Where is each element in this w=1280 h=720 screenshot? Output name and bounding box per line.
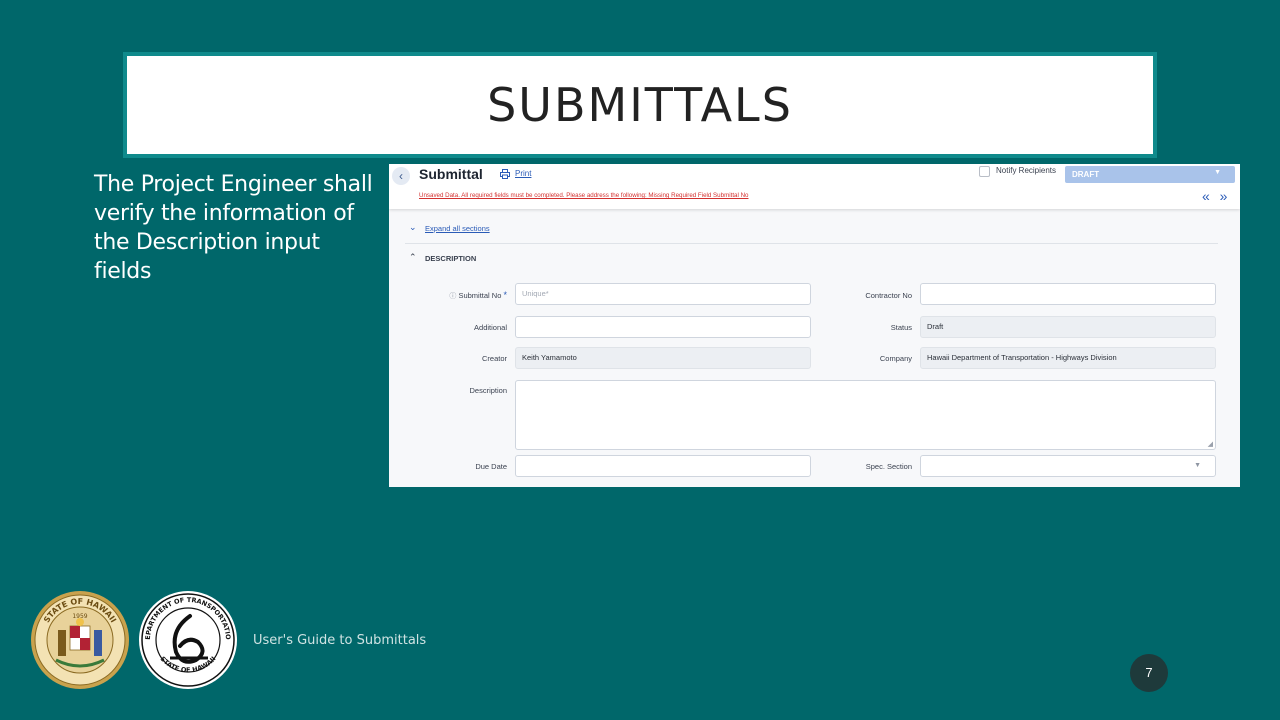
app-header: ‹ Submittal Print Notify Recipients DRAF… bbox=[389, 164, 1240, 209]
lead-text: The Project Engineer shall verify the in… bbox=[94, 172, 373, 284]
spec-section-select[interactable]: ▼ bbox=[920, 455, 1216, 477]
caret-down-icon: ▼ bbox=[1194, 462, 1201, 469]
expand-all-link[interactable]: Expand all sections bbox=[425, 224, 490, 233]
notify-recipients-label: Notify Recipients bbox=[996, 166, 1057, 175]
contractor-no-input[interactable] bbox=[920, 283, 1216, 305]
company-label: Company bbox=[879, 354, 912, 363]
chevron-down-icon: ⌄ bbox=[409, 222, 417, 232]
validation-warning[interactable]: Unsaved Data. All required fields must b… bbox=[419, 192, 748, 199]
status-dropdown-value: DRAFT bbox=[1072, 170, 1100, 179]
agency-logos: STATE OF HAWAII 1959 DEPARTMENT OF TRANS… bbox=[30, 590, 237, 689]
company-field: Hawaii Department of Transportation - Hi… bbox=[920, 347, 1216, 369]
record-nav-arrows[interactable]: « » bbox=[1202, 188, 1230, 204]
notify-recipients-checkbox[interactable] bbox=[979, 166, 990, 177]
contractor-no-label: Contractor No bbox=[865, 291, 912, 300]
caret-down-icon: ▼ bbox=[1214, 169, 1221, 176]
description-textarea[interactable]: ◢ bbox=[515, 380, 1216, 450]
spec-section-label: Spec. Section bbox=[865, 462, 912, 471]
info-icon: ⓘ bbox=[449, 293, 457, 300]
printer-icon[interactable] bbox=[500, 169, 510, 179]
page-title: Submittal bbox=[419, 166, 483, 182]
chevron-left-icon[interactable]: ‹ bbox=[392, 167, 410, 185]
status-field: Draft bbox=[920, 316, 1216, 338]
additional-input[interactable] bbox=[515, 316, 811, 338]
status-label: Status bbox=[890, 323, 912, 332]
divider bbox=[405, 243, 1218, 244]
description-label: Description bbox=[469, 386, 507, 395]
slide-title-box: SUBMITTALS bbox=[123, 52, 1157, 158]
submittal-no-input[interactable]: Unique* bbox=[515, 283, 811, 305]
state-seal-logo: STATE OF HAWAII 1959 bbox=[31, 591, 129, 689]
required-star-icon: * bbox=[503, 290, 507, 300]
app-screenshot: ‹ Submittal Print Notify Recipients DRAF… bbox=[389, 164, 1240, 487]
submittal-no-label: ⓘ Submittal No * bbox=[449, 290, 507, 300]
due-date-input[interactable] bbox=[515, 455, 811, 477]
creator-field: Keith Yamamoto bbox=[515, 347, 811, 369]
page-number: 7 bbox=[1130, 654, 1168, 692]
footer-text: User's Guide to Submittals bbox=[253, 633, 427, 648]
due-date-label: Due Date bbox=[475, 462, 507, 471]
creator-label: Creator bbox=[481, 354, 507, 363]
chevron-up-icon: ⌃ bbox=[409, 252, 417, 262]
additional-label: Additional bbox=[474, 323, 507, 332]
print-link[interactable]: Print bbox=[515, 169, 531, 178]
slide-title: SUBMITTALS bbox=[487, 78, 793, 132]
resize-handle-icon[interactable]: ◢ bbox=[1208, 440, 1213, 448]
section-title: DESCRIPTION bbox=[425, 254, 477, 263]
status-dropdown[interactable]: DRAFT ▼ bbox=[1065, 166, 1235, 183]
